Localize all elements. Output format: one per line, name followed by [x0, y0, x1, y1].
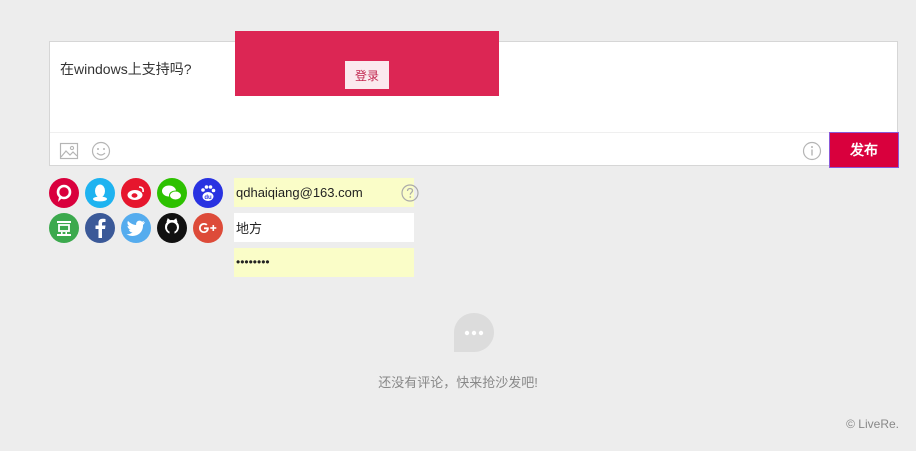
- google-plus-login-icon[interactable]: [193, 213, 223, 243]
- wechat-login-icon[interactable]: [157, 178, 187, 208]
- comment-textarea[interactable]: 在windows上支持吗?: [60, 59, 191, 79]
- login-button[interactable]: 登录: [345, 61, 389, 89]
- svg-text:du: du: [204, 195, 212, 201]
- empty-state-message: 还没有评论，快来抢沙发吧!: [378, 375, 538, 390]
- info-icon[interactable]: [802, 141, 822, 161]
- help-icon[interactable]: [401, 184, 419, 202]
- email-field[interactable]: [234, 178, 414, 207]
- douban-login-icon[interactable]: [49, 213, 79, 243]
- twitter-login-icon[interactable]: [121, 213, 151, 243]
- emoji-icon[interactable]: [91, 141, 111, 161]
- brand-credit[interactable]: © LiveRe.: [846, 417, 899, 431]
- facebook-login-icon[interactable]: [85, 213, 115, 243]
- editor-toolbar: 发布: [50, 132, 899, 168]
- image-upload-icon[interactable]: [59, 141, 79, 161]
- weibo-login-icon[interactable]: [121, 178, 151, 208]
- livere-login-icon[interactable]: [49, 178, 79, 208]
- publish-button[interactable]: 发布: [829, 132, 899, 168]
- github-login-icon[interactable]: [157, 213, 187, 243]
- name-field[interactable]: [234, 213, 414, 242]
- qq-login-icon[interactable]: [85, 178, 115, 208]
- baidu-login-icon[interactable]: du: [193, 178, 223, 208]
- password-field[interactable]: ••••••••: [234, 248, 414, 277]
- login-overlay: 登录: [235, 31, 499, 96]
- chat-bubble-icon: [454, 313, 494, 352]
